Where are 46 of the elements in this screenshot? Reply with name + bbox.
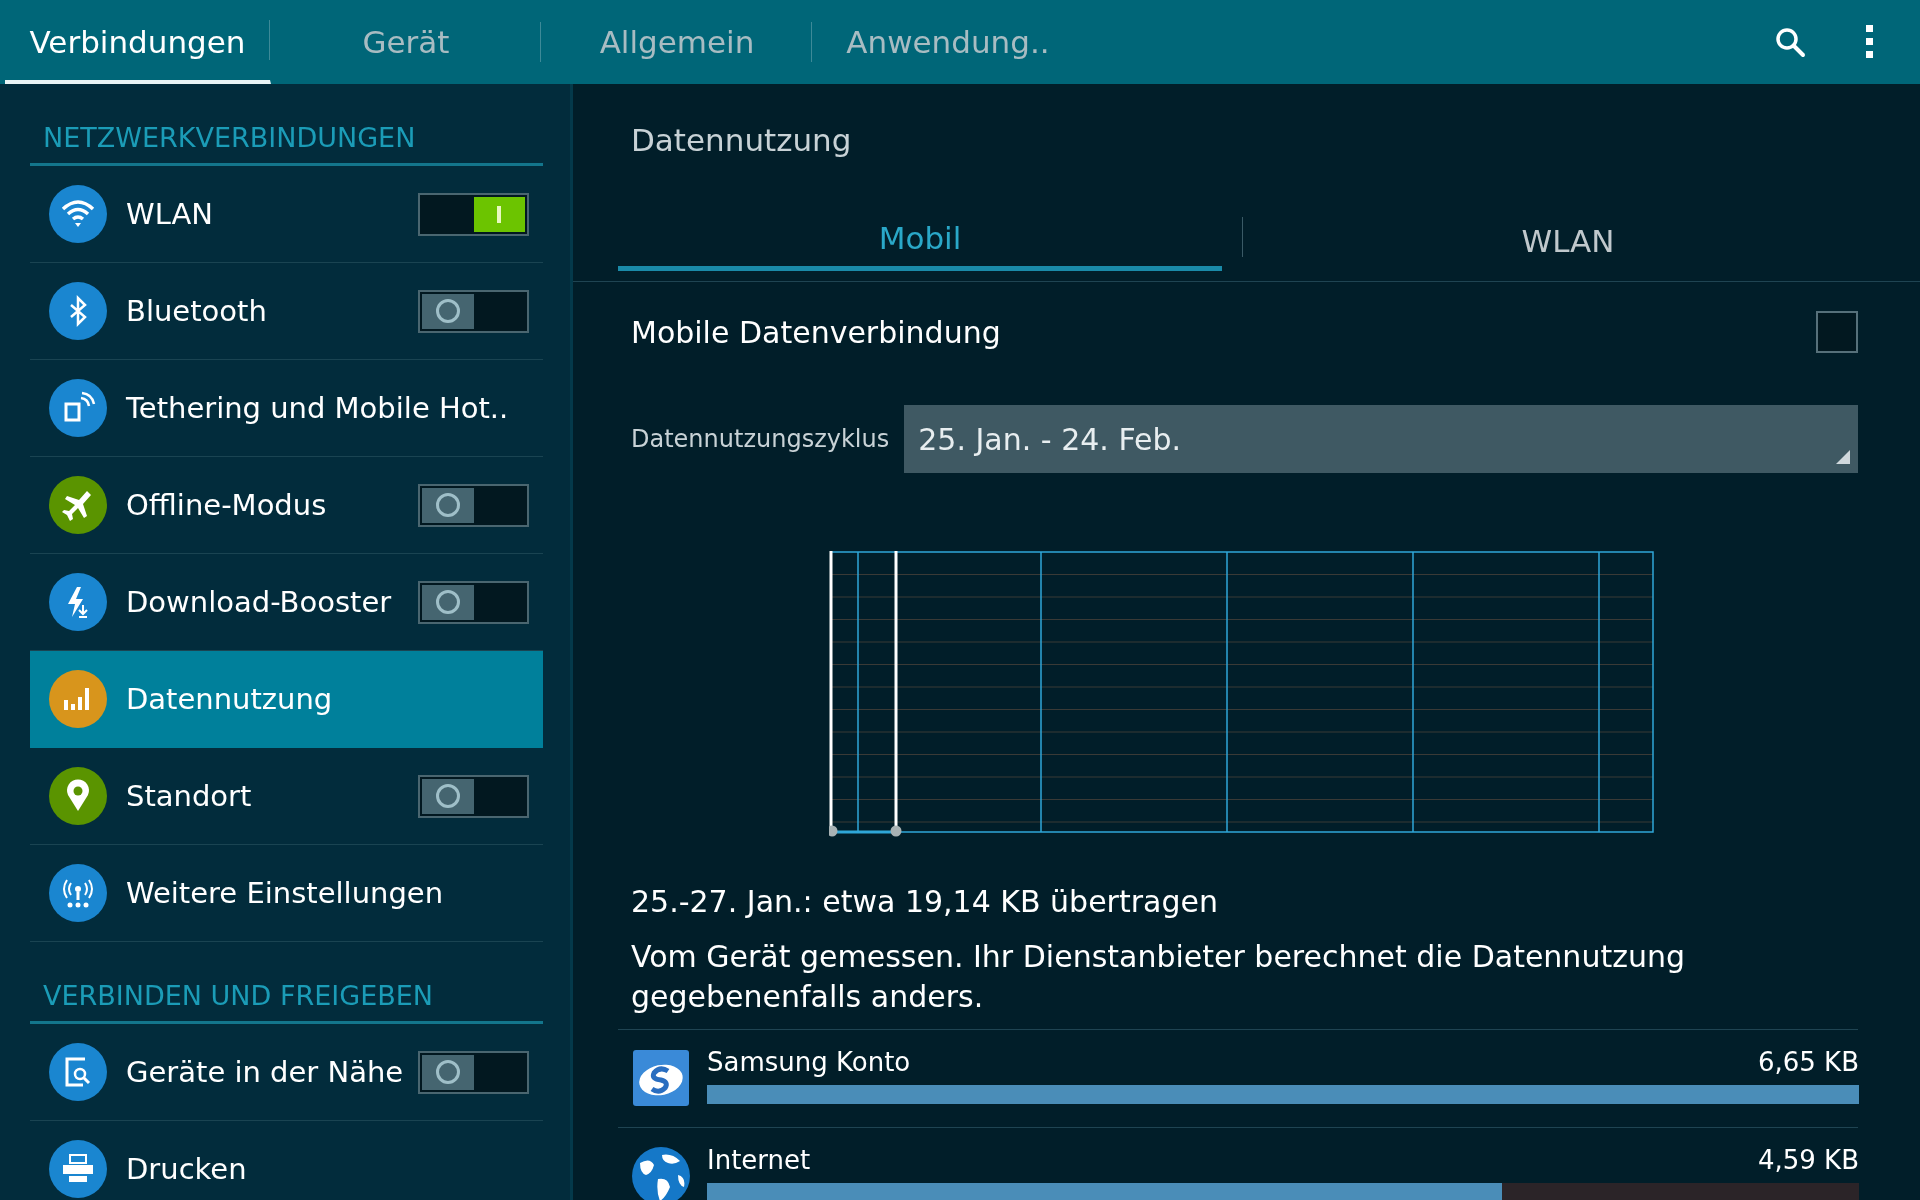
section-header: VERBINDEN UND FREIGEBEN <box>30 942 543 1024</box>
data-amount: 6,65 KB <box>1757 1047 1859 1077</box>
toggle-switch[interactable] <box>418 1050 529 1094</box>
field-label: Datennutzungszyklus <box>631 425 890 453</box>
app-name: Internet <box>707 1145 811 1175</box>
setting-label: Mobile Datenverbindung <box>631 314 1001 350</box>
network-tab[interactable]: WLAN <box>1263 210 1873 271</box>
section-header: NETZWERKVERBINDUNGEN <box>30 84 543 166</box>
item-label: Geräte in der Nähe <box>126 1055 405 1089</box>
item-label: Tethering und Mobile Hot.. <box>126 391 510 425</box>
item-label: WLAN <box>126 197 215 231</box>
item-label: Weitere Einstellungen <box>126 876 445 910</box>
settings-item[interactable]: Drucken <box>30 1121 543 1200</box>
settings-item[interactable]: Standort <box>30 748 543 845</box>
settings-item[interactable]: Geräte in der Nähe <box>30 1024 543 1121</box>
app-name: Samsung Konto <box>707 1047 911 1077</box>
settings-item[interactable]: Weitere Einstellungen <box>30 845 543 942</box>
item-label: Datennutzung <box>126 682 334 716</box>
settings-item[interactable]: Bluetooth <box>30 263 543 360</box>
toggle-switch[interactable] <box>418 192 529 236</box>
settings-item[interactable]: Offline-Modus <box>30 457 543 554</box>
more-options-icon[interactable] <box>1866 25 1874 59</box>
network-tab[interactable]: Mobil <box>618 210 1222 271</box>
data-amount: 4,59 KB <box>1757 1145 1859 1175</box>
item-label: Drucken <box>126 1152 248 1186</box>
settings-item[interactable]: WLAN <box>30 166 543 263</box>
toggle-switch[interactable] <box>418 483 529 527</box>
settings-item[interactable]: Datennutzung <box>30 651 543 748</box>
cycle-dropdown[interactable]: 25. Jan. - 24. Feb. <box>904 405 1859 473</box>
settings-item[interactable]: Tethering und Mobile Hot.. <box>30 360 543 457</box>
app-icon <box>632 1049 690 1107</box>
item-label: Offline-Modus <box>126 488 328 522</box>
item-label: Bluetooth <box>126 294 268 328</box>
item-label: Download-Booster <box>126 585 393 619</box>
globe-icon <box>632 1147 690 1200</box>
checkbox[interactable] <box>1816 311 1858 353</box>
toggle-switch[interactable] <box>418 289 529 333</box>
page-title: Datennutzung <box>630 121 853 160</box>
toggle-switch[interactable] <box>418 774 529 818</box>
toggle-switch[interactable] <box>418 580 529 624</box>
settings-item[interactable]: Download-Booster <box>30 554 543 651</box>
usage-note: Vom Gerät gemessen. Ihr Dienstanbieter berechnet die Datennutzung gegebenenfalls anders. <box>630 938 1686 1016</box>
search-icon[interactable] <box>1774 26 1806 58</box>
dropdown-corner-icon <box>1836 450 1851 464</box>
usage-summary: 25.-27. Jan.: etwa 19,14 KB übertragen <box>630 884 1219 919</box>
item-label: Standort <box>126 779 253 813</box>
